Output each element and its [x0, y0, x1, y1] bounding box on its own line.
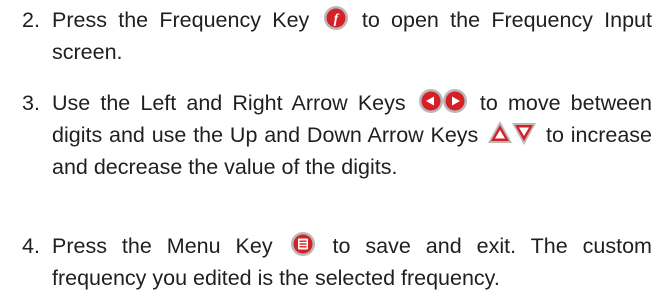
step-3: 3. Use the Left and Right Arrow Keys to …	[0, 87, 655, 183]
left-arrow-key-icon	[418, 89, 443, 114]
step-text: Use the Left and Right Arrow Keys to mov	[52, 87, 652, 183]
step-text: Press the Menu Key to save and exit. The…	[52, 230, 652, 294]
up-down-arrow-keys-icon	[487, 120, 537, 146]
step-2: 2. Press the Frequency Key f to open the…	[0, 4, 655, 68]
instruction-steps: 2. Press the Frequency Key f to open the…	[0, 0, 655, 300]
step-text-before: Use the Left and Right Arrow Keys	[52, 91, 406, 115]
step-text-before: Press the Frequency Key	[52, 8, 310, 32]
step-number: 3.	[22, 91, 40, 115]
step-4: 4. Press the Menu Key to save and exit. …	[0, 230, 655, 294]
down-arrow-key-icon	[512, 123, 537, 146]
left-right-arrow-keys-icon	[418, 88, 468, 114]
step-text-before: Press the Menu Key	[52, 234, 273, 258]
up-arrow-key-icon	[488, 121, 513, 144]
right-arrow-key-icon	[442, 89, 467, 114]
step-number: 4.	[22, 234, 40, 258]
step-number: 2.	[22, 8, 40, 32]
frequency-key-icon: f	[323, 5, 349, 31]
step-text: Press the Frequency Key f to open the Fr…	[52, 4, 652, 68]
menu-key-icon	[290, 231, 316, 257]
